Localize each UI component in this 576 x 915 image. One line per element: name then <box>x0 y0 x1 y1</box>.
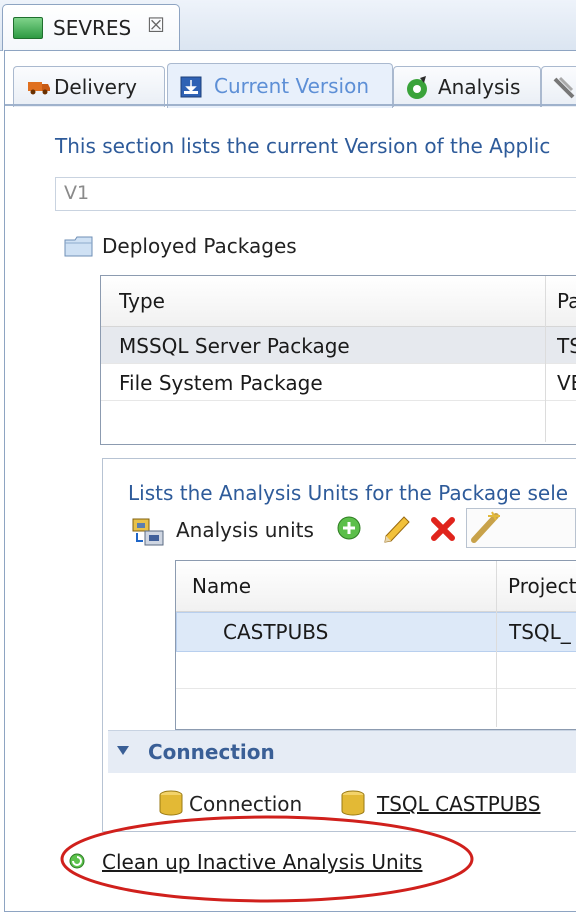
tab-current-version-label: Current Version <box>214 74 370 98</box>
column-header-type[interactable]: Type <box>119 289 165 313</box>
tab-current-version[interactable]: Current Version <box>167 63 393 108</box>
column-header-project[interactable]: Project <box>508 574 576 598</box>
section-description: This section lists the current Version o… <box>55 134 551 158</box>
table-row-empty <box>176 689 576 725</box>
analysis-units-label: Analysis units <box>176 518 314 542</box>
pencil-icon[interactable] <box>380 512 414 544</box>
current-version-value: V1 <box>64 182 90 204</box>
analysis-units-icon <box>132 518 164 546</box>
editor-tab-sevres[interactable]: SEVRES ☒ <box>2 4 180 51</box>
table-header: Type Pa <box>101 276 576 327</box>
tab-delivery[interactable]: Delivery <box>13 66 165 107</box>
deployed-packages-table: Type Pa MSSQL Server Package TS File Sys… <box>100 275 576 445</box>
tab-analysis-label: Analysis <box>438 75 521 99</box>
truck-icon <box>28 82 50 95</box>
column-header-pa[interactable]: Pa <box>557 289 576 313</box>
current-version-field[interactable]: V1 <box>55 177 576 211</box>
column-header-name[interactable]: Name <box>192 574 251 598</box>
tab-delivery-label: Delivery <box>54 75 138 99</box>
table-row-empty <box>101 401 576 437</box>
analysis-units-table: Name Project CASTPUBS TSQL_ <box>175 560 576 730</box>
highlight-annotation <box>60 815 474 903</box>
column-divider <box>496 561 497 727</box>
package-pa-cell: TS <box>557 334 576 358</box>
table-row[interactable]: File System Package VE <box>101 364 576 401</box>
table-header: Name Project <box>176 561 576 612</box>
analysis-units-description: Lists the Analysis Units for the Package… <box>128 481 569 505</box>
chevron-down-icon[interactable] <box>117 746 129 755</box>
wand-icon[interactable] <box>466 508 576 548</box>
gear-analysis-icon <box>407 76 427 99</box>
deployed-packages-title: Deployed Packages <box>102 234 297 258</box>
table-row[interactable]: CASTPUBS TSQL_ <box>176 612 576 652</box>
package-type-cell: MSSQL Server Package <box>119 334 350 358</box>
column-divider <box>545 276 546 442</box>
connection-section-title[interactable]: Connection <box>148 740 275 764</box>
close-icon[interactable]: ☒ <box>147 13 165 37</box>
tab-tools[interactable] <box>541 66 576 107</box>
analysis-unit-name-cell: CASTPUBS <box>223 620 329 644</box>
table-row-empty <box>176 652 576 689</box>
package-type-cell: File System Package <box>119 371 323 395</box>
analysis-unit-project-cell: TSQL_ <box>509 620 571 644</box>
download-box-icon <box>180 76 202 98</box>
tabs-separator <box>5 104 576 106</box>
table-row[interactable]: MSSQL Server Package TS <box>101 327 576 364</box>
form-tabs: Delivery Current Version Analysis <box>5 60 576 108</box>
add-icon[interactable] <box>336 515 362 541</box>
package-pa-cell: VE <box>557 371 576 395</box>
tab-analysis[interactable]: Analysis <box>393 66 541 107</box>
application-icon <box>13 17 43 39</box>
packages-folder-icon <box>64 236 93 257</box>
delete-icon[interactable] <box>428 514 458 544</box>
editor-tab-label: SEVRES <box>53 16 132 40</box>
tools-icon <box>553 76 575 99</box>
